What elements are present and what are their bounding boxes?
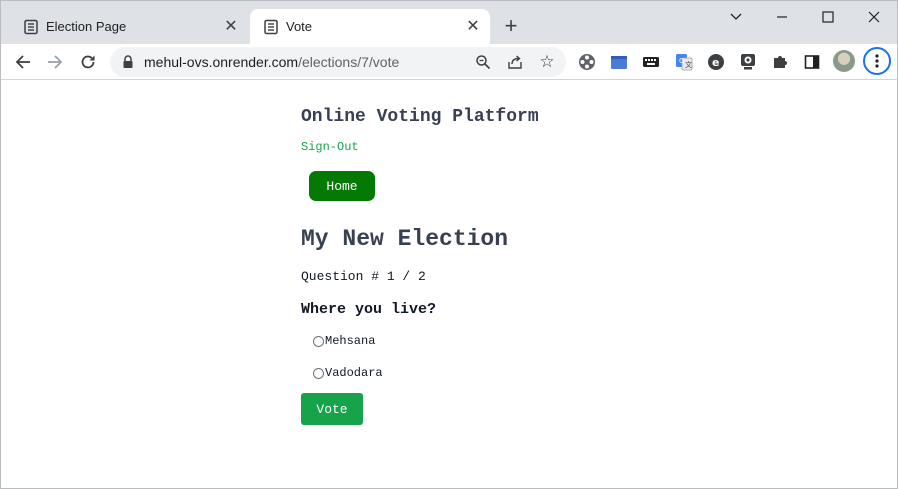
vote-button[interactable]: Vote: [301, 393, 363, 425]
url-path: /elections/7/vote: [298, 54, 400, 70]
more-menu-icon[interactable]: [863, 47, 891, 75]
translate-icon[interactable]: G文: [674, 52, 694, 72]
blue-folder-icon[interactable]: [609, 52, 629, 72]
back-arrow-icon[interactable]: [11, 50, 35, 74]
address-bar[interactable]: mehul-ovs.onrender.com/elections/7/vote …: [110, 47, 566, 77]
option-vadodara[interactable]: Vadodara: [313, 366, 383, 380]
browser-toolbar: mehul-ovs.onrender.com/elections/7/vote …: [0, 44, 898, 80]
close-icon[interactable]: ✕: [222, 18, 240, 36]
film-reel-icon[interactable]: [577, 52, 597, 72]
tab-title: Vote: [286, 19, 313, 34]
zoom-icon[interactable]: [474, 53, 492, 71]
svg-text:文: 文: [685, 60, 692, 69]
forward-arrow-icon[interactable]: [43, 50, 67, 74]
svg-text:e: e: [712, 56, 719, 69]
e-circle-icon[interactable]: e: [706, 52, 726, 72]
close-window-icon[interactable]: [851, 5, 897, 29]
tab-strip: Election Page ✕ Vote ✕ +: [0, 0, 898, 45]
svg-text:G: G: [679, 57, 684, 65]
option-label: Vadodara: [325, 366, 383, 380]
new-tab-icon[interactable]: +: [500, 15, 522, 38]
tab-election-page[interactable]: Election Page ✕: [10, 9, 248, 45]
tab-vote[interactable]: Vote ✕: [250, 9, 490, 45]
lock-icon[interactable]: [122, 55, 134, 69]
signout-link[interactable]: Sign-Out: [301, 140, 359, 154]
page-icon: [23, 19, 39, 35]
tab-title: Election Page: [46, 19, 127, 34]
avatar[interactable]: [833, 50, 855, 72]
bookmark-star-icon[interactable]: ☆: [538, 53, 556, 71]
page-content: Online Voting Platform Sign-Out Home My …: [0, 80, 898, 489]
url-host: mehul-ovs.onrender.com: [144, 54, 299, 70]
minimize-icon[interactable]: [759, 5, 805, 29]
reload-icon[interactable]: [76, 50, 100, 74]
radio-button[interactable]: [313, 367, 324, 379]
app-title: Online Voting Platform: [301, 107, 539, 127]
keyboard-icon[interactable]: [641, 52, 661, 72]
question-counter: Question # 1 / 2: [301, 269, 426, 284]
radio-button[interactable]: [313, 335, 324, 347]
url-text[interactable]: mehul-ovs.onrender.com/elections/7/vote: [144, 54, 399, 70]
election-title: My New Election: [301, 226, 509, 252]
puzzle-icon[interactable]: [770, 52, 790, 72]
close-icon[interactable]: ✕: [464, 18, 482, 36]
maximize-icon[interactable]: [805, 5, 851, 29]
page-icon: [263, 19, 279, 35]
sidepanel-icon[interactable]: [802, 52, 822, 72]
option-label: Mehsana: [325, 334, 376, 348]
share-icon[interactable]: [506, 53, 524, 71]
chevron-down-icon[interactable]: [713, 5, 759, 29]
webcam-icon[interactable]: [738, 52, 758, 72]
option-mehsana[interactable]: Mehsana: [313, 334, 375, 348]
question-text: Where you live?: [301, 301, 437, 318]
home-button[interactable]: Home: [309, 171, 375, 201]
